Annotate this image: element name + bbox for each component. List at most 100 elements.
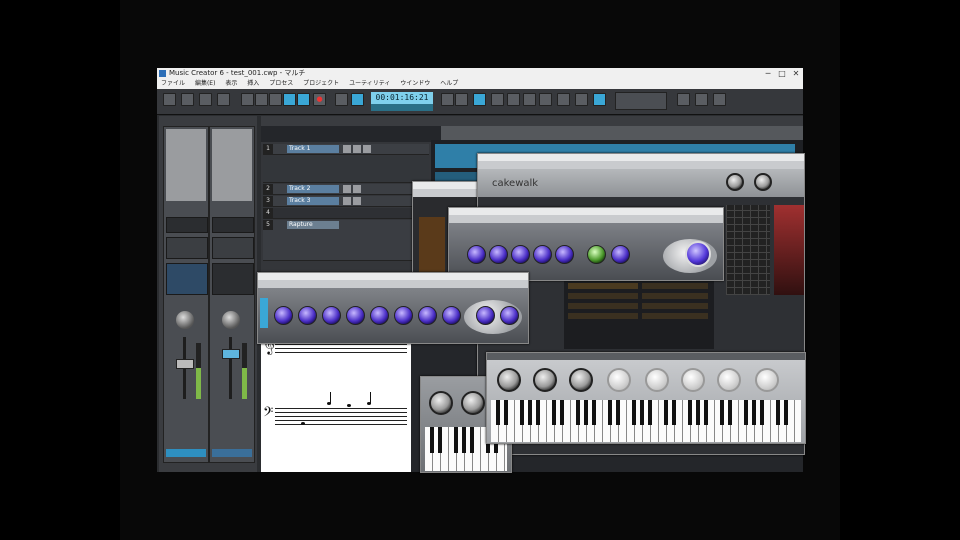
black-key[interactable]: [520, 400, 524, 425]
help-icon[interactable]: [695, 93, 708, 106]
black-key[interactable]: [616, 400, 620, 425]
piano-knob[interactable]: [681, 368, 705, 392]
erase-tool-icon[interactable]: [557, 93, 570, 106]
organ-knob[interactable]: [429, 391, 453, 415]
volume-knob[interactable]: [726, 173, 744, 191]
track-header[interactable]: 2 Track 2: [263, 184, 429, 195]
eq-knob[interactable]: [533, 245, 552, 264]
record-arm-button[interactable]: [363, 145, 371, 153]
menu-window[interactable]: ウインドウ: [400, 80, 430, 87]
menu-file[interactable]: ファイル: [161, 80, 185, 87]
black-key[interactable]: [454, 427, 458, 453]
compressor-plugin-window[interactable]: [257, 272, 529, 344]
eq-knob[interactable]: [555, 245, 574, 264]
note[interactable]: [301, 422, 305, 425]
list-item[interactable]: [568, 303, 638, 309]
black-key[interactable]: [640, 400, 644, 425]
menu-edit[interactable]: 編集(E): [195, 80, 215, 87]
volume-fader[interactable]: [222, 349, 240, 359]
draw-tool-icon[interactable]: [539, 93, 552, 106]
smart-tool-icon[interactable]: [473, 93, 486, 106]
mute-tool-icon[interactable]: [575, 93, 588, 106]
black-key[interactable]: [438, 427, 442, 453]
browser-list[interactable]: [564, 279, 714, 349]
eq-knob[interactable]: [511, 245, 530, 264]
black-key[interactable]: [632, 400, 636, 425]
comp-knob[interactable]: [500, 306, 519, 325]
comp-knob[interactable]: [346, 306, 365, 325]
mute-button[interactable]: [343, 197, 351, 205]
track-header[interactable]: 1 Track 1: [263, 144, 429, 155]
piano-knob[interactable]: [607, 368, 631, 392]
black-key[interactable]: [504, 400, 508, 425]
eq-knob[interactable]: [587, 245, 606, 264]
open-icon[interactable]: [181, 93, 194, 106]
eq-knob[interactable]: [611, 245, 630, 264]
timeline-ruler[interactable]: [441, 126, 803, 140]
menu-help[interactable]: ヘルプ: [440, 80, 458, 87]
piano-knob[interactable]: [533, 368, 557, 392]
play-icon[interactable]: [269, 93, 282, 106]
comp-knob[interactable]: [442, 306, 461, 325]
comp-knob[interactable]: [476, 306, 495, 325]
track-name[interactable]: Track 1: [287, 145, 339, 153]
black-key[interactable]: [584, 400, 588, 425]
black-key[interactable]: [752, 400, 756, 425]
black-key[interactable]: [592, 400, 596, 425]
export-icon[interactable]: [677, 93, 690, 106]
volume-fader[interactable]: [176, 359, 194, 369]
select-tool-icon[interactable]: [491, 93, 504, 106]
black-key[interactable]: [552, 400, 556, 425]
black-key[interactable]: [760, 400, 764, 425]
step-grid[interactable]: [726, 205, 770, 295]
snap-grid-icon[interactable]: [593, 93, 606, 106]
list-item[interactable]: [568, 283, 638, 289]
black-key[interactable]: [648, 400, 652, 425]
menu-process[interactable]: プロセス: [269, 80, 293, 87]
piano-knob[interactable]: [497, 368, 521, 392]
pan-knob[interactable]: [176, 311, 194, 329]
plugin-title-bar[interactable]: [413, 182, 483, 189]
note[interactable]: [347, 404, 351, 407]
black-key[interactable]: [608, 400, 612, 425]
master-knob[interactable]: [754, 173, 772, 191]
piano-knob[interactable]: [717, 368, 741, 392]
new-icon[interactable]: [163, 93, 176, 106]
menu-project[interactable]: プロジェクト: [303, 80, 339, 87]
black-key[interactable]: [560, 400, 564, 425]
track-name[interactable]: Rapture: [287, 221, 339, 229]
channel-label[interactable]: [212, 449, 252, 457]
list-item[interactable]: [642, 313, 708, 319]
black-key[interactable]: [496, 400, 500, 425]
piano-knob[interactable]: [569, 368, 593, 392]
piano-knob[interactable]: [645, 368, 669, 392]
list-item[interactable]: [642, 293, 708, 299]
comp-knob[interactable]: [370, 306, 389, 325]
zoom-icon[interactable]: [441, 93, 454, 106]
black-key[interactable]: [744, 400, 748, 425]
menu-view[interactable]: 表示: [225, 80, 237, 87]
black-key[interactable]: [688, 400, 692, 425]
fx-bin[interactable]: [212, 237, 254, 259]
bypass-strip[interactable]: [260, 298, 268, 328]
solo-button[interactable]: [353, 197, 361, 205]
piano-keyboard[interactable]: [491, 400, 801, 442]
settings-icon[interactable]: [217, 93, 230, 106]
black-key[interactable]: [672, 400, 676, 425]
move-tool-icon[interactable]: [507, 93, 520, 106]
menu-insert[interactable]: 挿入: [247, 80, 259, 87]
metronome-icon[interactable]: [335, 93, 348, 106]
instrument-track[interactable]: 5 Rapture: [263, 220, 429, 261]
organ-knob[interactable]: [461, 391, 485, 415]
rewind-icon[interactable]: [241, 93, 254, 106]
comp-knob[interactable]: [322, 306, 341, 325]
menu-utilities[interactable]: ユーティリティ: [349, 80, 390, 87]
input-selector[interactable]: [212, 217, 254, 233]
layout-icon[interactable]: [713, 93, 726, 106]
black-key[interactable]: [720, 400, 724, 425]
input-selector[interactable]: [166, 217, 208, 233]
black-key[interactable]: [576, 400, 580, 425]
black-key[interactable]: [704, 400, 708, 425]
list-item[interactable]: [568, 313, 638, 319]
black-key[interactable]: [696, 400, 700, 425]
